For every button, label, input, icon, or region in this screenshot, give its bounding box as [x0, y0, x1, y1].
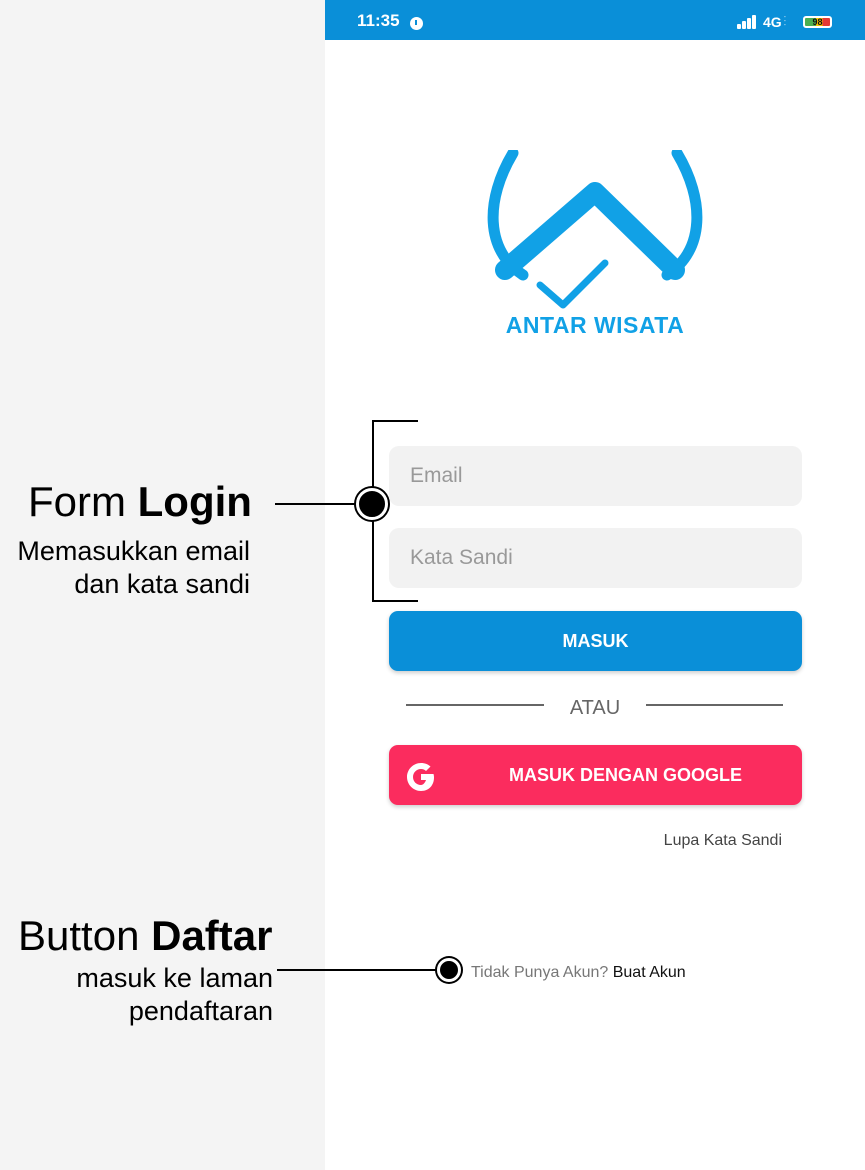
- annotation-button-desc: masuk ke laman pendaftaran: [0, 962, 273, 1028]
- logo-text: ANTAR WISATA: [505, 312, 685, 338]
- google-button-label: MASUK DENGAN GOOGLE: [508, 765, 742, 785]
- password-input[interactable]: Kata Sandi: [389, 528, 802, 588]
- login-button[interactable]: MASUK: [389, 611, 802, 671]
- form-pointer-dot: [356, 488, 388, 520]
- annotation-form-title-prefix: Form: [28, 478, 138, 525]
- divider-label: ATAU: [569, 697, 621, 719]
- google-login-button[interactable]: MASUK DENGAN GOOGLE: [389, 745, 802, 805]
- annotation-button-desc-line2: pendaftaran: [128, 996, 273, 1026]
- signal-icon: [737, 15, 761, 29]
- email-input[interactable]: Email: [389, 446, 802, 506]
- battery-icon: 98: [803, 16, 832, 28]
- annotation-form-desc-line2: dan kata sandi: [74, 569, 250, 599]
- network-type: 4G: [763, 14, 782, 30]
- logo-mark-icon: [487, 147, 703, 309]
- annotation-form-desc: Memasukkan email dan kata sandi: [0, 535, 250, 601]
- status-time: 11:35: [357, 11, 400, 30]
- create-account-link[interactable]: Buat Akun: [613, 964, 686, 981]
- form-pointer-line: [275, 503, 355, 505]
- forgot-password-link[interactable]: Lupa Kata Sandi: [625, 832, 782, 850]
- divider-right: [646, 704, 783, 706]
- status-bar: 11:35 4G ⫶ 98: [325, 0, 865, 40]
- clock-icon: [410, 17, 423, 30]
- button-pointer-line: [277, 969, 437, 971]
- app-logo: ANTAR WISATA: [485, 147, 705, 340]
- divider-left: [406, 704, 544, 706]
- annotation-form-title: Form Login: [28, 478, 252, 526]
- google-icon: [407, 763, 434, 791]
- annotation-form-desc-line1: Memasukkan email: [17, 536, 250, 566]
- annotation-button-desc-line1: masuk ke laman: [76, 963, 273, 993]
- no-account-text: Tidak Punya Akun?: [471, 964, 609, 981]
- button-pointer-dot: [437, 958, 461, 982]
- signal-icon-secondary: ⫶: [783, 13, 787, 29]
- annotation-button-title-bold: Daftar: [151, 912, 273, 959]
- annotation-button-title-prefix: Button: [18, 912, 152, 959]
- register-prompt: Tidak Punya Akun? Buat Akun: [471, 964, 686, 982]
- annotation-button-title: Button Daftar: [18, 912, 272, 960]
- annotation-form-title-bold: Login: [137, 478, 252, 525]
